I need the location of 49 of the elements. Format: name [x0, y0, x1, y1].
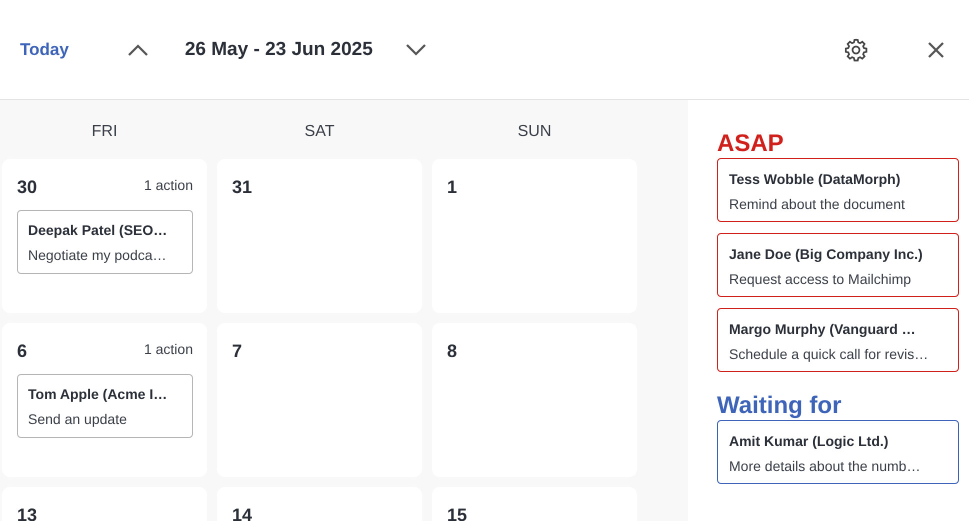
date-range: 26 May - 23 Jun 2025: [184, 38, 373, 60]
task-text: More details about the numb…: [729, 458, 922, 474]
task-text: Request access to Mailchimp: [729, 271, 912, 287]
contact-name: Jane Doe (Big Company Inc.): [729, 246, 924, 262]
action-card[interactable]: Margo Murphy (Vanguard … Schedule a quick call for revis…: [717, 308, 959, 372]
action-card[interactable]: Jane Doe (Big Company Inc.) Request access to Mailchimp: [717, 233, 959, 297]
contact-name: Margo Murphy (Vanguard …: [729, 321, 917, 337]
task-text: Remind about the document: [729, 196, 906, 212]
day-cell[interactable]: 31: [217, 159, 422, 313]
weekday-label: SAT: [304, 122, 336, 142]
chevron-down-icon: [404, 42, 427, 56]
contact-name: Tess Wobble (DataMorph): [729, 171, 902, 187]
day-cell[interactable]: 7: [217, 323, 422, 477]
section-title: ASAP: [717, 130, 785, 158]
action-count: 1 action: [144, 177, 193, 193]
today-button[interactable]: Today: [20, 40, 69, 60]
contact-name: Deepak Patel (SEO…: [28, 222, 168, 238]
settings-icon: [843, 36, 869, 62]
day-cell[interactable]: 1: [432, 159, 637, 313]
day-cell[interactable]: 30 1 action Deepak Patel (SEO… Negotiate my podca…: [2, 159, 207, 313]
day-cell[interactable]: 14: [217, 487, 422, 521]
day-cell[interactable]: 8: [432, 323, 637, 477]
task-text: Negotiate my podca…: [28, 247, 168, 263]
chevron-up-icon: [126, 42, 149, 56]
weekday-label: FRI: [90, 122, 118, 142]
day-cell[interactable]: 6 1 action Tom Apple (Acme I… Send an update: [2, 323, 207, 477]
action-card[interactable]: Amit Kumar (Logic Ltd.) More details about the numb…: [717, 420, 959, 484]
day-number: 6: [17, 341, 28, 362]
day-number: 13: [17, 505, 38, 521]
day-number: 7: [232, 341, 242, 362]
day-cell[interactable]: 13: [2, 487, 207, 521]
task-text: Send an update: [28, 411, 128, 427]
task-text: Schedule a quick call for revis…: [729, 346, 930, 362]
action-card[interactable]: Deepak Patel (SEO… Negotiate my podca…: [17, 210, 193, 274]
day-number: 15: [447, 505, 468, 521]
close-icon: [927, 40, 945, 58]
section-title: Waiting for: [717, 392, 842, 420]
contact-name: Amit Kumar (Logic Ltd.): [729, 433, 890, 449]
day-cell[interactable]: 15: [432, 487, 637, 521]
day-number: 14: [232, 505, 252, 521]
action-card[interactable]: Tom Apple (Acme I… Send an update: [17, 374, 193, 438]
day-number: 1: [447, 177, 458, 198]
action-card[interactable]: Tess Wobble (DataMorph) Remind about the document: [717, 158, 959, 222]
contact-name: Tom Apple (Acme I…: [28, 386, 168, 402]
day-number: 31: [232, 177, 252, 198]
day-number: 8: [447, 341, 458, 362]
day-number: 30: [17, 177, 38, 198]
weekday-label: SUN: [516, 122, 552, 142]
action-count: 1 action: [144, 341, 193, 357]
